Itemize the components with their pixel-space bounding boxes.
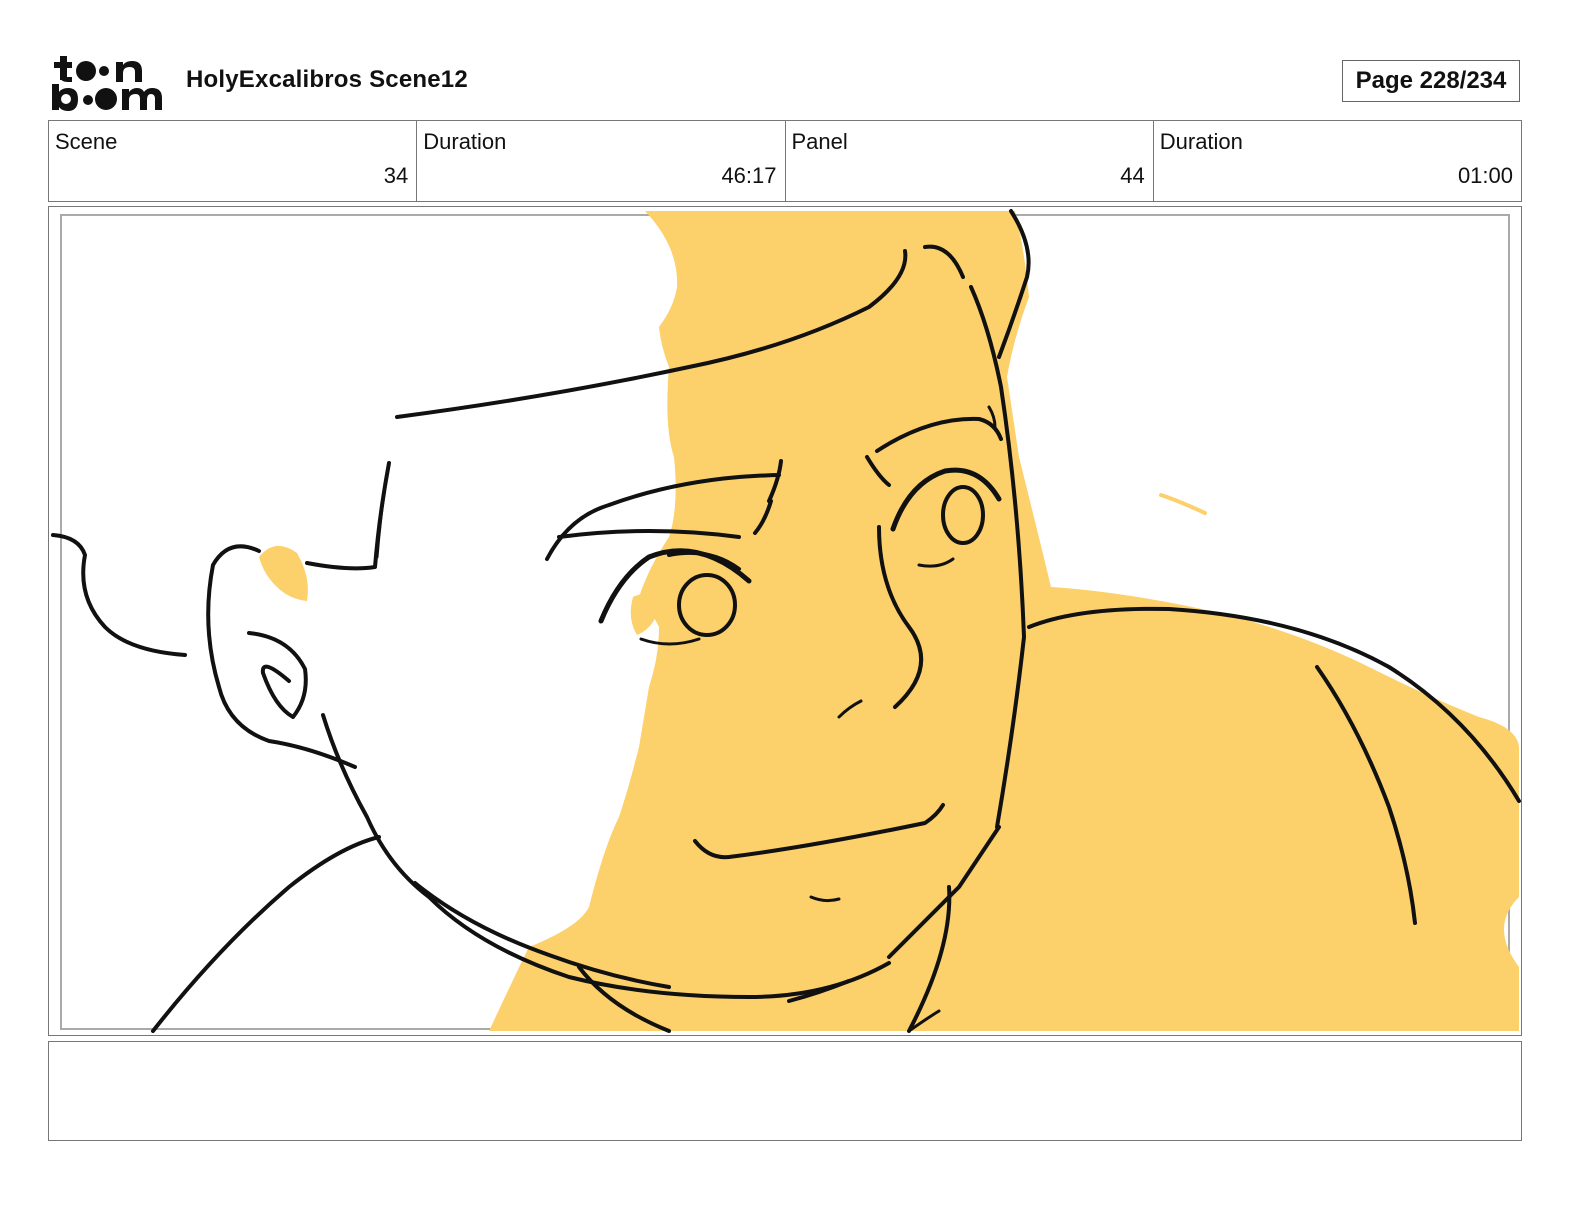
panel-notes-box <box>48 1041 1522 1141</box>
panel-info-table: Scene 34 Duration 46:17 Panel 44 Duratio… <box>48 120 1522 202</box>
panel-label: Panel <box>791 129 848 154</box>
project-title: HolyExcalibros Scene12 <box>186 66 468 93</box>
page-number: Page 228/234 <box>1342 60 1520 102</box>
scene-cell: Scene 34 <box>49 121 418 201</box>
panel-duration-value: 01:00 <box>1457 163 1513 188</box>
ear-inner-line <box>247 631 308 719</box>
scene-duration-label: Duration <box>423 129 507 154</box>
eye-fill-accent <box>630 593 661 635</box>
scene-label: Scene <box>55 129 118 154</box>
scene-duration-cell: Duration 46:17 <box>417 121 786 201</box>
scene-duration-value: 46:17 <box>721 163 777 188</box>
panel-duration-label: Duration <box>1159 129 1243 154</box>
storyboard-panel-image <box>48 206 1522 1036</box>
panel-cell: Panel 44 <box>786 121 1154 201</box>
storyboard-sketch-drawing <box>51 209 1521 1033</box>
ear-fill <box>259 545 308 601</box>
scene-value: 34 <box>383 163 409 188</box>
panel-duration-cell: Duration 01:00 <box>1154 121 1521 201</box>
hair-left-line <box>51 533 187 657</box>
shoulder-left-line <box>151 835 381 1033</box>
panel-value: 44 <box>1120 163 1145 188</box>
toon-boom-logo <box>50 52 166 114</box>
